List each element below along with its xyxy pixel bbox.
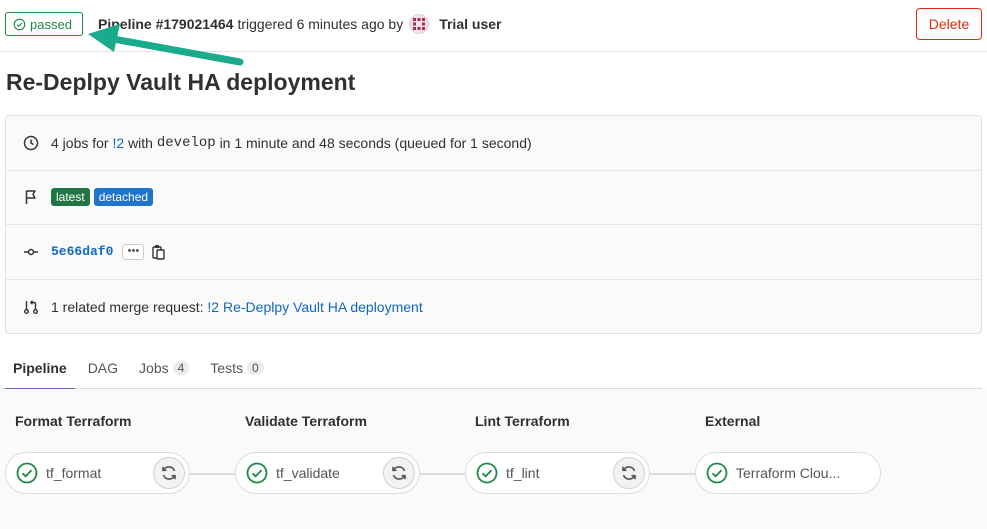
page-title: Re-Deplpy Vault HA deployment <box>6 69 356 95</box>
tab-dag[interactable]: DAG <box>80 347 126 389</box>
status-badge[interactable]: passed <box>5 12 83 36</box>
tab-pipeline-label: Pipeline <box>13 360 67 376</box>
tab-dag-label: DAG <box>87 360 119 376</box>
retry-icon <box>622 466 636 480</box>
branch-name: develop <box>156 134 216 151</box>
stage-title: Validate Terraform <box>245 413 367 429</box>
related-mr-prefix: 1 related merge request: <box>51 298 204 315</box>
tab-jobs[interactable]: Jobs 4 <box>131 347 197 389</box>
copy-icon[interactable] <box>152 244 166 260</box>
merge-request-icon <box>22 298 40 316</box>
retry-button[interactable] <box>613 457 645 489</box>
pipeline-tabs: Pipeline DAG Jobs 4 Tests 0 <box>0 347 982 390</box>
badges-row: latest detached <box>6 171 981 225</box>
pipeline-id: Pipeline #179021464 <box>98 16 234 32</box>
stage-title: Format Terraform <box>15 413 132 429</box>
tab-pipeline[interactable]: Pipeline <box>5 347 75 390</box>
avatar[interactable] <box>409 14 429 34</box>
jobs-summary-row: 4 jobs for !2 with develop in 1 minute a… <box>6 116 981 171</box>
duration-text: in 1 minute and 48 seconds (queued for 1… <box>219 134 532 151</box>
with-text: with <box>128 134 153 151</box>
flag-icon <box>22 188 40 206</box>
success-icon <box>476 462 498 484</box>
retry-icon <box>162 466 176 480</box>
tab-jobs-label: Jobs <box>139 360 169 376</box>
job-name: Terraform Clou... <box>736 465 841 481</box>
job-name: tf_validate <box>276 465 340 481</box>
commit-icon <box>22 243 40 261</box>
success-icon <box>16 462 38 484</box>
commit-row: 5e66daf0 ••• <box>6 225 981 280</box>
retry-button[interactable] <box>153 457 185 489</box>
success-icon <box>706 462 728 484</box>
latest-badge: latest <box>51 188 90 207</box>
stage-connector <box>420 473 465 475</box>
success-icon <box>246 462 268 484</box>
job-tf-lint[interactable]: tf_lint <box>465 452 650 494</box>
jobs-count: 4 jobs for <box>51 134 109 151</box>
job-terraform-cloud[interactable]: Terraform Clou... <box>695 452 881 494</box>
related-mr-link[interactable]: !2 Re-Deplpy Vault HA deployment <box>207 299 422 315</box>
job-name: tf_format <box>46 465 102 481</box>
expand-commit-button[interactable]: ••• <box>122 243 145 260</box>
detached-badge: detached <box>93 188 154 207</box>
tab-tests[interactable]: Tests 0 <box>202 347 271 389</box>
pipeline-graph: Format Terraform Validate Terraform Lint… <box>0 389 987 529</box>
pipeline-meta: Pipeline #179021464 triggered 6 minutes … <box>98 14 501 34</box>
triggered-text: triggered 6 minutes ago by <box>237 16 404 32</box>
delete-button[interactable]: Delete <box>916 8 982 40</box>
related-mr-row: 1 related merge request: !2 Re-Deplpy Va… <box>6 280 981 335</box>
commit-sha-link[interactable]: 5e66daf0 <box>51 244 113 259</box>
retry-icon <box>392 466 406 480</box>
job-tf-format[interactable]: tf_format <box>5 452 190 494</box>
jobs-count-badge: 4 <box>172 361 190 375</box>
stage-title: External <box>705 413 761 429</box>
mr-ref-link[interactable]: !2 <box>112 135 124 151</box>
stage-connector <box>650 473 695 475</box>
pipeline-header: passed Pipeline #179021464 triggered 6 m… <box>0 0 987 52</box>
retry-button[interactable] <box>383 457 415 489</box>
check-circle-icon <box>13 18 26 30</box>
stage-connector <box>190 473 235 475</box>
tab-tests-label: Tests <box>210 360 243 376</box>
status-label: passed <box>30 16 72 32</box>
clock-icon <box>22 134 40 152</box>
user-link[interactable]: Trial user <box>439 16 501 32</box>
tests-count-badge: 0 <box>246 361 264 375</box>
stage-title: Lint Terraform <box>475 413 570 429</box>
job-tf-validate[interactable]: tf_validate <box>235 452 420 494</box>
job-name: tf_lint <box>506 465 540 481</box>
pipeline-info-box: 4 jobs for !2 with develop in 1 minute a… <box>5 115 982 334</box>
